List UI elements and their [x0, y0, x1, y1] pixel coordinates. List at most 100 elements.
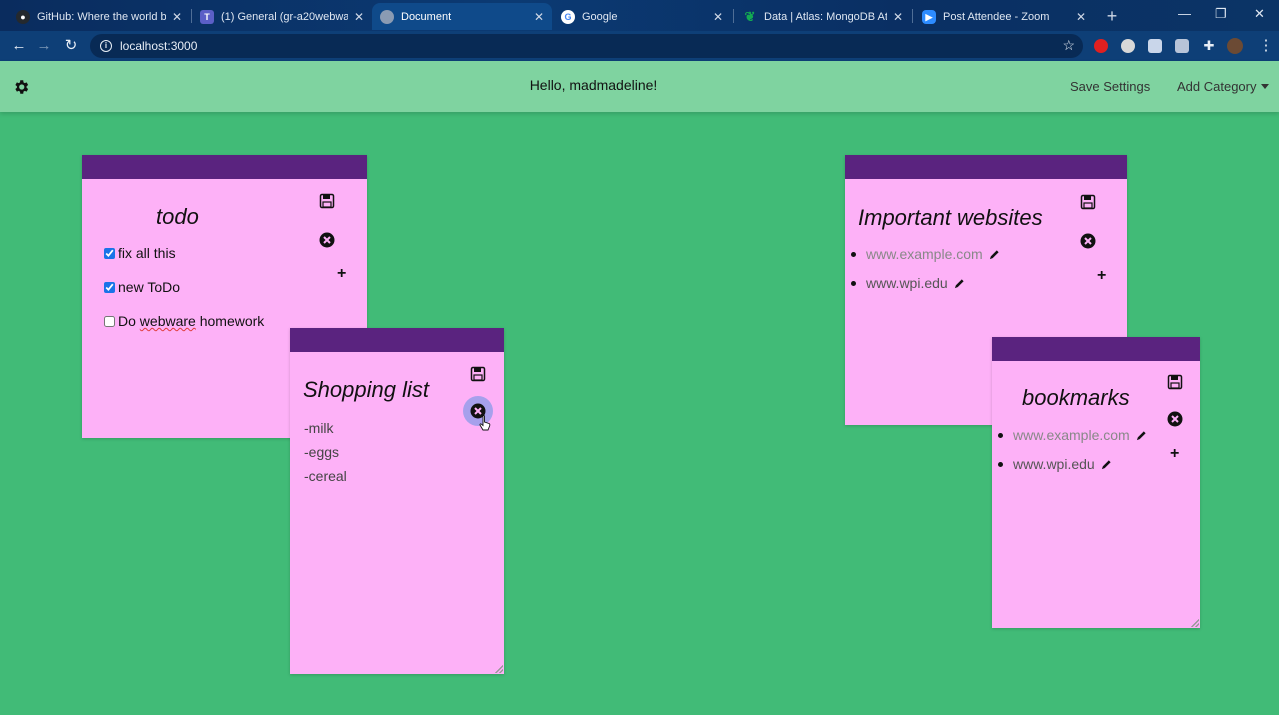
close-icon[interactable]: ✕	[172, 10, 182, 24]
minimize-icon[interactable]: —	[1178, 6, 1191, 21]
browser-tab-bar: ● GitHub: Where the world bu ✕ T (1) Gen…	[0, 0, 1279, 31]
todo-item-label[interactable]: fix all this	[118, 245, 176, 261]
add-category-label: Add Category	[1177, 79, 1257, 94]
resize-handle[interactable]	[495, 665, 503, 673]
website-link[interactable]: www.example.com	[866, 246, 983, 262]
star-icon[interactable]: ☆	[1062, 37, 1075, 54]
google-icon: G	[561, 9, 575, 24]
add-item-plus-icon[interactable]: +	[1097, 268, 1106, 284]
card-drag-header[interactable]	[82, 155, 367, 179]
todo-item-label-part: homework	[195, 313, 265, 329]
pencil-edit-icon[interactable]	[954, 278, 965, 289]
browser-tab-mongodb[interactable]: ❦ Data | Atlas: MongoDB Atlas ✕	[735, 3, 911, 30]
website-link[interactable]: www.wpi.edu	[1013, 456, 1095, 472]
extensions-puzzle-icon[interactable]: ✚	[1200, 37, 1218, 55]
close-icon[interactable]: ✕	[1076, 10, 1086, 24]
tab-title: GitHub: Where the world bu	[37, 10, 166, 23]
address-bar[interactable]: i localhost:3000 ☆	[90, 34, 1083, 58]
greeting-text: Hello, madmadeline!	[529, 77, 658, 93]
todo-checkbox[interactable]	[104, 281, 115, 293]
url-text: localhost:3000	[120, 39, 198, 53]
card-drag-header[interactable]	[290, 328, 504, 352]
add-category-dropdown[interactable]: Add Category	[1177, 79, 1269, 94]
adblock-extension-icon[interactable]	[1094, 39, 1108, 53]
tab-separator	[912, 9, 913, 23]
note-card-shopping-list[interactable]: Shopping list -milk -eggs -cereal	[290, 328, 504, 674]
browser-tab-teams[interactable]: T (1) General (gr-a20webware ✕	[192, 3, 372, 30]
link-list: www.example.com www.wpi.edu	[846, 246, 1000, 304]
close-icon[interactable]: ✕	[354, 10, 364, 24]
privacy-extension-icon[interactable]	[1121, 39, 1135, 53]
card-title[interactable]: Shopping list	[303, 377, 429, 403]
save-settings-link[interactable]: Save Settings	[1070, 79, 1150, 94]
delete-circle-x-icon[interactable]	[319, 232, 335, 248]
hand-pointer-cursor-icon	[479, 415, 491, 431]
todo-item-label[interactable]: new ToDo	[118, 279, 180, 295]
save-icon[interactable]	[1080, 194, 1096, 210]
close-icon[interactable]: ✕	[893, 10, 903, 24]
new-tab-button[interactable]: +	[1101, 6, 1123, 26]
restore-icon[interactable]: ❐	[1215, 6, 1227, 22]
website-link[interactable]: www.wpi.edu	[866, 275, 948, 291]
add-item-plus-icon[interactable]: +	[337, 266, 346, 282]
info-icon[interactable]: i	[100, 40, 112, 52]
todo-item: Do webware homework	[104, 313, 264, 329]
browser-tab-document[interactable]: Document ✕	[372, 3, 552, 30]
website-link[interactable]: www.example.com	[1013, 427, 1130, 443]
browser-toolbar: ← → ↻ i localhost:3000 ☆ ✚ ⋮	[0, 31, 1279, 61]
profile-avatar[interactable]	[1227, 38, 1243, 54]
spellcheck-word: webware	[139, 313, 196, 329]
card-drag-header[interactable]	[992, 337, 1200, 361]
edit-extension-icon[interactable]	[1148, 39, 1162, 53]
card-title[interactable]: Important websites	[858, 205, 1043, 231]
tab-separator	[733, 9, 734, 23]
reload-icon[interactable]: ↻	[62, 37, 80, 55]
pencil-edit-icon[interactable]	[1101, 459, 1112, 470]
delete-circle-x-icon[interactable]	[1080, 233, 1096, 249]
shopping-line[interactable]: -eggs	[304, 444, 339, 460]
note-card-bookmarks[interactable]: bookmarks + www.example.com www.wpi.edu	[992, 337, 1200, 628]
tab-title: Post Attendee - Zoom	[943, 10, 1050, 23]
shopping-line[interactable]: -milk	[304, 420, 334, 436]
todo-item: fix all this	[104, 245, 176, 261]
browser-tab-github[interactable]: ● GitHub: Where the world bu ✕	[8, 3, 190, 30]
todo-item-label[interactable]: Do webware homework	[118, 313, 264, 329]
save-icon[interactable]	[319, 193, 335, 209]
save-icon[interactable]	[470, 366, 486, 382]
todo-checkbox[interactable]	[104, 247, 115, 259]
tab-title: Google	[582, 10, 618, 23]
zoom-icon: ▶	[922, 9, 936, 24]
card-title[interactable]: todo	[156, 204, 199, 230]
browser-tab-google[interactable]: G Google ✕	[553, 3, 731, 30]
card-title[interactable]: bookmarks	[1022, 385, 1130, 411]
card-drag-header[interactable]	[845, 155, 1127, 179]
app-navbar: Hello, madmadeline! Save Settings Add Ca…	[0, 61, 1279, 112]
mongodb-icon: ❦	[744, 8, 756, 24]
link-list: www.example.com www.wpi.edu	[993, 427, 1147, 485]
delete-circle-x-icon[interactable]	[1167, 411, 1183, 427]
ghost-extension-icon[interactable]	[1175, 39, 1189, 53]
forward-icon[interactable]: →	[35, 37, 53, 55]
tab-title: (1) General (gr-a20webware	[221, 10, 348, 23]
list-item: www.example.com	[846, 246, 1000, 262]
list-item: www.wpi.edu	[846, 275, 1000, 291]
github-icon: ●	[16, 9, 30, 24]
globe-icon	[380, 9, 394, 24]
list-item: www.example.com	[993, 427, 1147, 443]
caret-down-icon	[1260, 84, 1269, 89]
save-icon[interactable]	[1167, 374, 1183, 390]
back-icon[interactable]: ←	[10, 37, 28, 55]
add-item-plus-icon[interactable]: +	[1170, 446, 1179, 462]
pencil-edit-icon[interactable]	[1136, 430, 1147, 441]
todo-checkbox[interactable]	[104, 315, 115, 327]
close-icon[interactable]: ✕	[534, 10, 544, 24]
window-close-icon[interactable]: ✕	[1254, 6, 1265, 22]
pencil-edit-icon[interactable]	[989, 249, 1000, 260]
list-item: www.wpi.edu	[993, 456, 1147, 472]
close-icon[interactable]: ✕	[713, 10, 723, 24]
resize-handle[interactable]	[1191, 619, 1199, 627]
tab-title: Document	[401, 10, 452, 23]
menu-kebab-icon[interactable]: ⋮	[1257, 37, 1275, 55]
shopping-line[interactable]: -cereal	[304, 468, 347, 484]
browser-tab-zoom[interactable]: ▶ Post Attendee - Zoom ✕	[914, 3, 1094, 30]
